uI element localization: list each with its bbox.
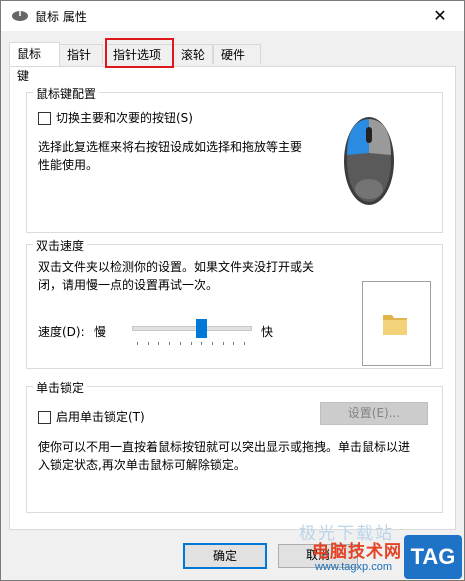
speed-slider-tick xyxy=(137,342,138,345)
group-title-double-click: 双击速度 xyxy=(33,237,88,254)
window-title: 鼠标 属性 xyxy=(35,10,87,24)
speed-slider-tick xyxy=(158,342,159,345)
mouse-properties-dialog: 鼠标 属性 ✕ 鼠标键配置 切换主要和次要的按钮(S) 选择此复选框来将右按钮设… xyxy=(0,0,465,581)
double-click-speed-group: 双击速度 双击文件夹以检测你的设置。如果文件夹没打开或关 闭，请用慢一点的设置再… xyxy=(26,237,443,369)
speed-slider-tick xyxy=(223,342,224,345)
tab-pointers[interactable]: 指针 xyxy=(59,44,103,64)
close-icon: ✕ xyxy=(433,6,447,25)
speed-slider-tick xyxy=(180,342,181,345)
button-config-desc-line-2: 性能使用。 xyxy=(38,158,99,172)
speed-slider-tick xyxy=(201,342,202,345)
tab-mouse-buttons[interactable]: 鼠标键 xyxy=(9,42,60,83)
speed-fast-label: 快 xyxy=(261,325,274,339)
speed-slider-tick xyxy=(212,342,213,345)
speed-slider-tick xyxy=(233,342,234,345)
watermark-site-name: 电脑技术网 xyxy=(312,542,402,562)
watermark-url: www.tagxp.com xyxy=(314,561,392,573)
group-title-click-lock: 单击锁定 xyxy=(33,379,88,396)
speed-label: 速度(D): xyxy=(38,325,85,339)
speed-slider-tick xyxy=(191,342,192,345)
tab-panel-buttons: 鼠标键配置 切换主要和次要的按钮(S) 选择此复选框来将右按钮设成如选择和拖放等… xyxy=(9,66,456,530)
tab-wheel[interactable]: 滚轮 xyxy=(173,44,213,64)
folder-icon[interactable] xyxy=(380,309,410,339)
button-config-desc-line-1: 选择此复选框来将右按钮设成如选择和拖放等主要 xyxy=(38,140,303,154)
click-lock-settings-button[interactable]: 设置(E)... xyxy=(320,402,428,425)
double-click-test-area[interactable] xyxy=(362,281,431,366)
speed-slider-tick xyxy=(244,342,245,345)
ok-button[interactable]: 确定 xyxy=(183,543,267,569)
click-lock-label[interactable]: 启用单击锁定(T) xyxy=(56,408,145,425)
close-button[interactable]: ✕ xyxy=(420,1,460,31)
click-lock-desc-line-1: 使你可以不用一直按着鼠标按钮就可以突出显示或拖拽。单击鼠标以进 xyxy=(38,440,411,454)
button-configuration-group: 鼠标键配置 切换主要和次要的按钮(S) 选择此复选框来将右按钮设成如选择和拖放等… xyxy=(26,85,443,233)
mouse-illustration-icon xyxy=(344,117,394,205)
switch-buttons-label[interactable]: 切换主要和次要的按钮(S) xyxy=(56,109,193,126)
tab-hardware[interactable]: 硬件 xyxy=(213,44,261,64)
highlight-annotation-box xyxy=(105,38,174,68)
double-click-desc-line-2: 闭，请用慢一点的设置再试一次。 xyxy=(38,278,219,292)
title-bar[interactable]: 鼠标 属性 ✕ xyxy=(1,1,464,31)
speed-slider-thumb[interactable] xyxy=(196,319,207,338)
speed-slider-track[interactable] xyxy=(132,326,252,331)
click-lock-group: 单击锁定 启用单击锁定(T) 设置(E)... 使你可以不用一直按着鼠标按钮就可… xyxy=(26,379,443,513)
speed-slider-tick xyxy=(148,342,149,345)
speed-slow-label: 慢 xyxy=(94,325,107,339)
group-title-button-config: 鼠标键配置 xyxy=(33,85,100,102)
double-click-desc-line-1: 双击文件夹以检测你的设置。如果文件夹没打开或关 xyxy=(38,260,315,274)
switch-buttons-checkbox[interactable] xyxy=(38,112,51,125)
click-lock-checkbox[interactable] xyxy=(38,411,51,424)
speed-slider-tick xyxy=(169,342,170,345)
click-lock-desc-line-2: 入锁定状态,再次单击鼠标可解除锁定。 xyxy=(38,458,246,472)
mouse-app-icon xyxy=(12,11,28,21)
double-click-speed-slider[interactable] xyxy=(132,319,252,349)
watermark-tag-logo: TAG xyxy=(404,535,462,579)
